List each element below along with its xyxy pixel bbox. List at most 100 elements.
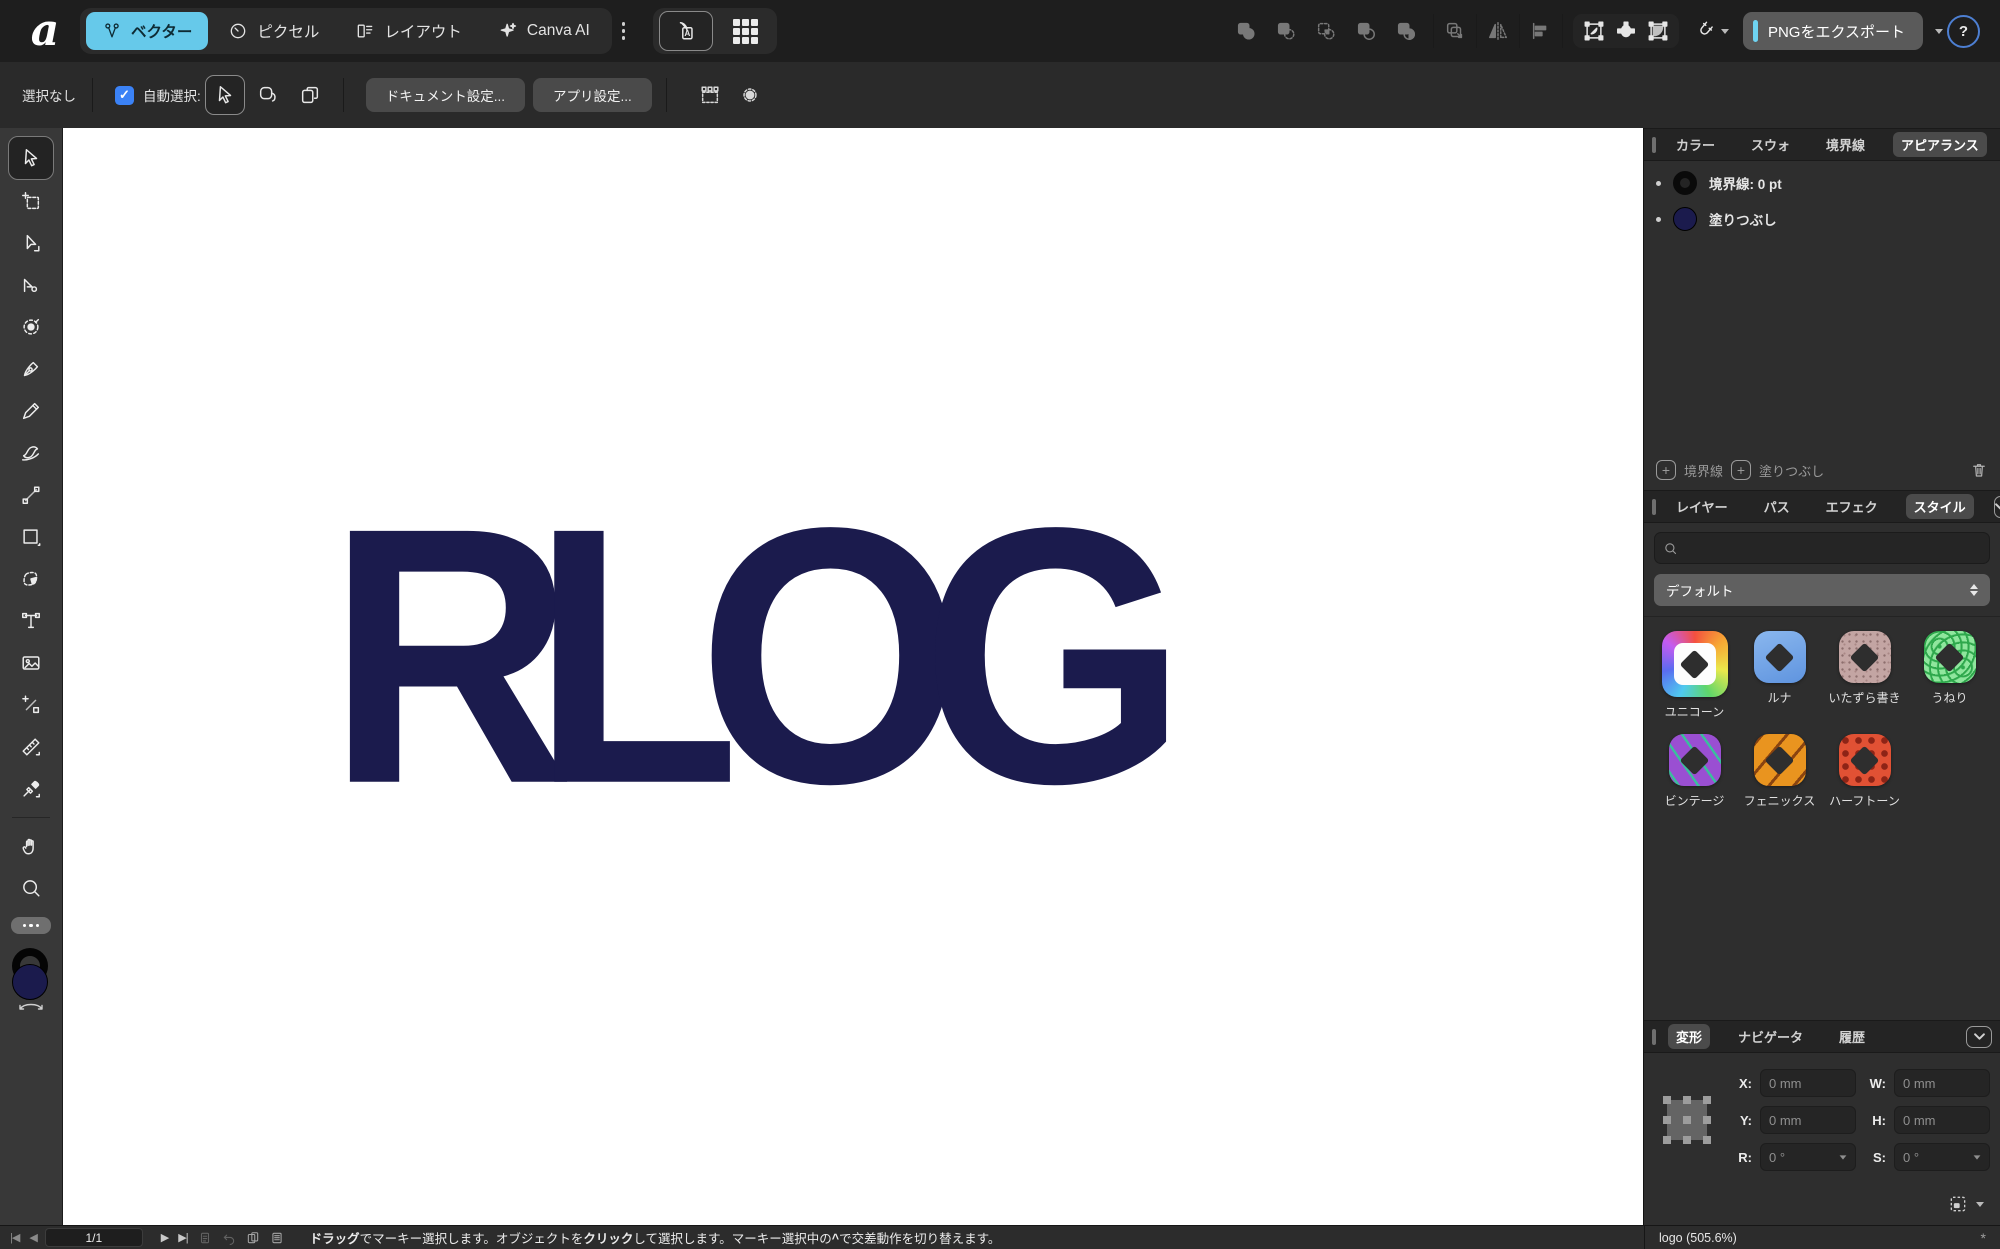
node-tool-button[interactable] bbox=[8, 222, 54, 264]
logo-artwork[interactable]: RLOG bbox=[327, 473, 1145, 838]
gear-icon[interactable] bbox=[739, 84, 761, 106]
page-list-icon[interactable] bbox=[198, 1231, 212, 1245]
pencil-tool-button[interactable] bbox=[8, 390, 54, 432]
panel-drag-handle[interactable] bbox=[1652, 137, 1656, 153]
style-item-ハーフトーン[interactable]: ハーフトーン bbox=[1822, 734, 1907, 809]
add-stroke-icon[interactable]: + bbox=[1656, 460, 1676, 480]
transform-input-X[interactable]: 0 mm bbox=[1760, 1069, 1856, 1097]
visibility-dot[interactable] bbox=[1656, 181, 1661, 186]
style-item-ルナ[interactable]: ルナ bbox=[1737, 631, 1822, 720]
app-settings-button[interactable]: アプリ設定... bbox=[533, 78, 652, 112]
rectangle-tool-button[interactable] bbox=[8, 516, 54, 558]
panel-collapse-button[interactable] bbox=[1966, 1026, 1992, 1048]
undo-page-icon[interactable] bbox=[222, 1231, 236, 1245]
export-chevron-icon[interactable] bbox=[1935, 29, 1943, 34]
style-thumbnail[interactable] bbox=[1754, 734, 1806, 786]
transform-input-Y[interactable]: 0 mm bbox=[1760, 1106, 1856, 1134]
boolean-divide-icon[interactable] bbox=[1395, 20, 1417, 42]
auto-select-checkbox[interactable]: ✓ bbox=[115, 86, 134, 105]
selection-brush-tool-button[interactable] bbox=[8, 306, 54, 348]
marquee-settings-icon[interactable] bbox=[699, 84, 721, 106]
export-png-button[interactable]: PNGをエクスポート bbox=[1743, 12, 1923, 50]
help-button[interactable]: ? bbox=[1947, 15, 1980, 48]
style-item-フェニックス[interactable]: フェニックス bbox=[1737, 734, 1822, 809]
color-well[interactable] bbox=[8, 948, 54, 1012]
transform-input-R[interactable]: 0 ° bbox=[1760, 1143, 1856, 1171]
tab-エフェク[interactable]: エフェク bbox=[1818, 494, 1886, 519]
boolean-add-icon[interactable] bbox=[1235, 20, 1257, 42]
tab-ナビゲータ[interactable]: ナビゲータ bbox=[1730, 1024, 1811, 1049]
boolean-subtract-icon[interactable] bbox=[1275, 20, 1297, 42]
stroke-row[interactable]: 境界線: 0 pt bbox=[1644, 161, 2000, 197]
style-search-input[interactable] bbox=[1684, 540, 1981, 557]
style-thumbnail[interactable] bbox=[1924, 631, 1976, 683]
style-thumbnail[interactable] bbox=[1839, 631, 1891, 683]
document-canvas[interactable]: RLOG bbox=[63, 128, 1643, 1226]
contour-tool-button[interactable] bbox=[8, 264, 54, 306]
style-item-ユニコーン[interactable]: ユニコーン bbox=[1652, 631, 1737, 720]
tab-パス[interactable]: パス bbox=[1756, 494, 1798, 519]
select-copies-button[interactable] bbox=[291, 76, 329, 114]
place-image-tool-button[interactable] bbox=[8, 642, 54, 684]
transform-input-W[interactable]: 0 mm bbox=[1894, 1069, 1990, 1097]
visibility-dot[interactable] bbox=[1656, 217, 1661, 222]
persona-tab-ピクセル[interactable]: ピクセル bbox=[212, 12, 335, 50]
style-thumbnail[interactable] bbox=[1754, 631, 1806, 683]
move-tool-button[interactable] bbox=[8, 136, 54, 180]
color-picker-tool-button[interactable] bbox=[8, 768, 54, 810]
studio-grid-toggle-button[interactable] bbox=[719, 12, 771, 50]
previous-page-icon[interactable]: ◀ bbox=[29, 1231, 36, 1244]
style-category-dropdown[interactable]: デフォルト bbox=[1654, 574, 1990, 606]
tab-境界線[interactable]: 境界線 bbox=[1818, 132, 1873, 157]
artboard-tool-button[interactable] bbox=[8, 180, 54, 222]
transform-input-H[interactable]: 0 mm bbox=[1894, 1106, 1990, 1134]
more-tools-button[interactable] bbox=[11, 917, 51, 934]
select-node-mode-icon[interactable] bbox=[1615, 20, 1637, 42]
zoom-tool-button[interactable] bbox=[8, 867, 54, 909]
panel-drag-handle[interactable] bbox=[1652, 499, 1656, 515]
more-options-icon[interactable] bbox=[612, 22, 640, 40]
style-item-ビンテージ[interactable]: ビンテージ bbox=[1652, 734, 1737, 809]
tab-レイヤー[interactable]: レイヤー bbox=[1668, 494, 1736, 519]
point-transform-tool-button[interactable] bbox=[8, 474, 54, 516]
vector-brush-tool-button[interactable] bbox=[8, 432, 54, 474]
transform-input-S[interactable]: 0 ° bbox=[1894, 1143, 1990, 1171]
vector-crop-tool-button[interactable] bbox=[8, 558, 54, 600]
snapping-chevron-icon[interactable] bbox=[1721, 29, 1729, 34]
document-settings-button[interactable]: ドキュメント設定... bbox=[366, 78, 525, 112]
select-same-button[interactable] bbox=[249, 76, 287, 114]
fill-color-swatch[interactable] bbox=[12, 964, 48, 1000]
pen-tool-button[interactable] bbox=[8, 348, 54, 390]
measure-tool-button[interactable] bbox=[8, 726, 54, 768]
frame-text-tool-button[interactable] bbox=[8, 600, 54, 642]
tab-変形[interactable]: 変形 bbox=[1668, 1024, 1710, 1049]
panel-collapse-button[interactable] bbox=[1994, 496, 2000, 518]
cursor-select-button[interactable] bbox=[205, 75, 245, 115]
page-details-icon[interactable] bbox=[270, 1231, 284, 1245]
chevron-down-icon[interactable] bbox=[1840, 1155, 1847, 1159]
select-crop-mode-icon[interactable] bbox=[1647, 20, 1669, 42]
add-page-icon[interactable] bbox=[246, 1231, 260, 1245]
tab-スタイル[interactable]: スタイル bbox=[1906, 494, 1974, 519]
style-thumbnail[interactable] bbox=[1839, 734, 1891, 786]
add-fill-icon[interactable]: + bbox=[1731, 460, 1751, 480]
tab-アピアランス[interactable]: アピアランス bbox=[1893, 132, 1987, 157]
fill-swatch[interactable] bbox=[1673, 207, 1697, 231]
persona-tab-Canva AI[interactable]: Canva AI bbox=[482, 12, 606, 50]
last-page-icon[interactable]: ▶| bbox=[178, 1231, 187, 1244]
stroke-swatch[interactable] bbox=[1673, 171, 1697, 195]
boolean-intersect-icon[interactable] bbox=[1315, 20, 1337, 42]
mirror-icon[interactable] bbox=[1487, 20, 1509, 42]
tab-履歴[interactable]: 履歴 bbox=[1831, 1024, 1873, 1049]
select-object-mode-icon[interactable] bbox=[1583, 20, 1605, 42]
next-page-icon[interactable]: ▶ bbox=[161, 1231, 168, 1244]
view-tool-button[interactable] bbox=[8, 825, 54, 867]
persona-tab-レイアウト[interactable]: レイアウト bbox=[339, 12, 478, 50]
tab-カラー[interactable]: カラー bbox=[1668, 132, 1723, 157]
node-editor-tool-button[interactable] bbox=[8, 684, 54, 726]
tab-スウォ[interactable]: スウォ bbox=[1743, 132, 1798, 157]
context-toolbar-toggle-button[interactable]: A bbox=[659, 11, 713, 51]
panel-drag-handle[interactable] bbox=[1652, 1029, 1656, 1045]
anchor-point-selector[interactable] bbox=[1658, 1069, 1716, 1171]
style-item-いたずら書き[interactable]: いたずら書き bbox=[1822, 631, 1907, 720]
